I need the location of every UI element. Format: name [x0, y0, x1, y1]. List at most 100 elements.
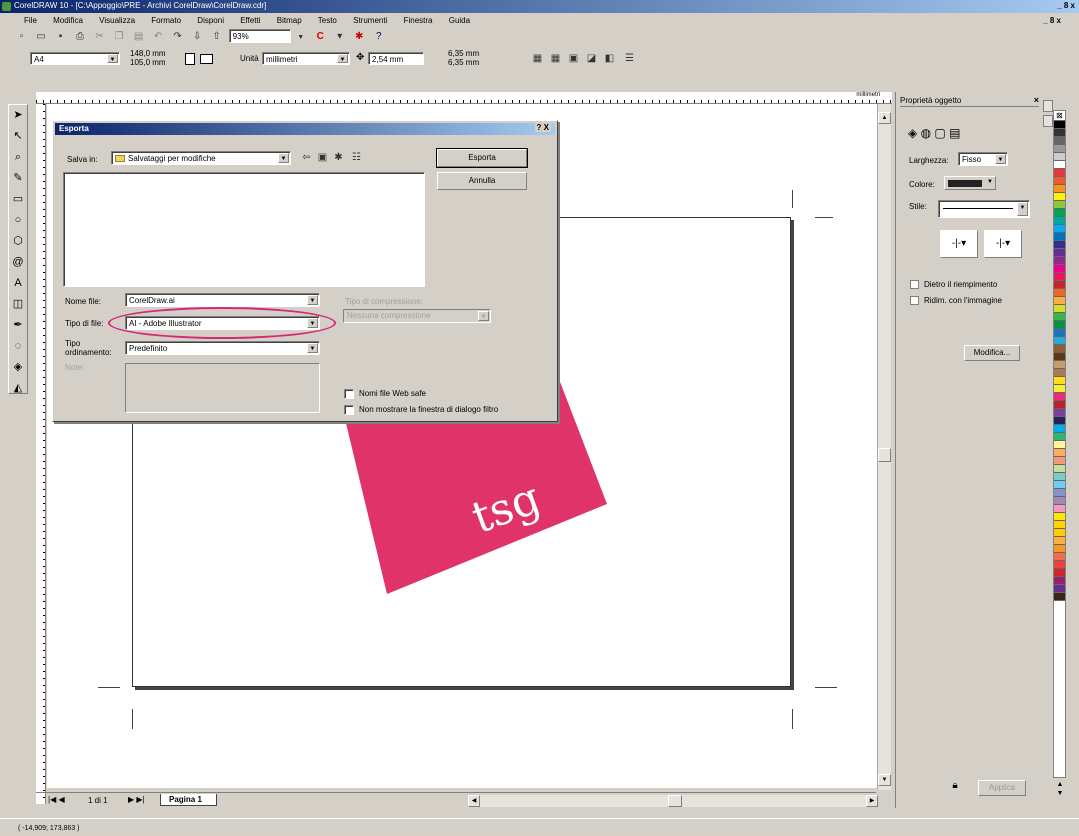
- color-swatch[interactable]: [1054, 177, 1065, 185]
- options-icon[interactable]: ◧: [602, 51, 617, 66]
- doc-window-controls[interactable]: _ 8 x: [1043, 14, 1061, 27]
- no-color-swatch[interactable]: ⊠: [1054, 111, 1065, 121]
- menu-testo[interactable]: Testo: [318, 16, 337, 25]
- color-swatch[interactable]: [1054, 273, 1065, 281]
- units-select[interactable]: millimetri ▼: [262, 52, 350, 65]
- color-swatch[interactable]: [1054, 457, 1065, 465]
- application-launcher-icon[interactable]: ▾: [332, 29, 347, 44]
- docker-tab-icon[interactable]: [1043, 100, 1053, 112]
- spiral-tool-icon[interactable]: @: [9, 252, 27, 273]
- fill-tab-icon[interactable]: ◈: [908, 126, 917, 140]
- color-swatch[interactable]: [1054, 417, 1065, 425]
- corel-online-icon[interactable]: ✱: [352, 29, 367, 44]
- color-swatch[interactable]: [1054, 281, 1065, 289]
- websafe-checkbox[interactable]: [344, 389, 354, 399]
- open-icon[interactable]: ▭: [34, 29, 49, 44]
- start-arrow-select[interactable]: -|-▾: [940, 230, 978, 258]
- color-swatch[interactable]: [1054, 145, 1065, 153]
- apply-button[interactable]: Applica: [978, 780, 1026, 796]
- color-swatch[interactable]: [1054, 337, 1065, 345]
- cancel-button[interactable]: Annulla: [437, 172, 527, 190]
- color-swatch[interactable]: [1054, 225, 1065, 233]
- dialog-help-close[interactable]: ? X: [534, 123, 551, 132]
- zoom-tool-icon[interactable]: ⌕: [9, 147, 27, 168]
- color-swatch[interactable]: [1054, 449, 1065, 457]
- color-swatch[interactable]: [1054, 321, 1065, 329]
- behind-fill-checkbox[interactable]: [910, 280, 919, 289]
- color-swatch[interactable]: [1054, 577, 1065, 585]
- color-swatch[interactable]: [1054, 249, 1065, 257]
- color-swatch[interactable]: [1054, 361, 1065, 369]
- outline-tool-icon[interactable]: ◌: [9, 336, 27, 357]
- export-button[interactable]: Esporta: [437, 149, 527, 167]
- export-icon[interactable]: ⇧: [209, 29, 224, 44]
- color-swatch[interactable]: [1054, 561, 1065, 569]
- color-swatch[interactable]: [1054, 521, 1065, 529]
- color-swatch[interactable]: [1054, 489, 1065, 497]
- color-swatch[interactable]: [1054, 305, 1065, 313]
- menu-modifica[interactable]: Modifica: [53, 16, 83, 25]
- view-menu-icon[interactable]: ☷: [349, 150, 364, 165]
- paper-height-value[interactable]: 105,0 mm: [130, 58, 166, 67]
- duplicate-x-value[interactable]: 6,35 mm: [448, 49, 479, 58]
- horizontal-scrollbar[interactable]: ◀ ▶: [468, 795, 878, 807]
- color-swatch[interactable]: [1054, 345, 1065, 353]
- color-swatch[interactable]: [1054, 193, 1065, 201]
- color-swatch[interactable]: [1054, 537, 1065, 545]
- pick-tool-icon[interactable]: ➤: [9, 105, 27, 126]
- color-swatch[interactable]: [1054, 441, 1065, 449]
- palette-scroll[interactable]: ▲ ▼: [1054, 780, 1066, 800]
- nudge-field[interactable]: 2,54 mm: [368, 52, 424, 65]
- up-folder-icon[interactable]: ▣: [315, 150, 330, 165]
- general-tab-icon[interactable]: ▢: [934, 126, 945, 140]
- docker-close-icon[interactable]: ×: [1034, 95, 1039, 105]
- color-swatch[interactable]: [1054, 401, 1065, 409]
- color-swatch[interactable]: [1054, 385, 1065, 393]
- freehand-tool-icon[interactable]: ✎: [9, 168, 27, 189]
- whats-this-icon[interactable]: ?: [371, 29, 386, 44]
- zoom-dropdown-icon[interactable]: ▼: [293, 30, 308, 45]
- menu-visualizza[interactable]: Visualizza: [99, 16, 135, 25]
- color-swatch[interactable]: [1054, 169, 1065, 177]
- color-swatch[interactable]: [1054, 393, 1065, 401]
- end-arrow-select[interactable]: -|-▾: [984, 230, 1022, 258]
- shape-tool-icon[interactable]: ↖: [9, 126, 27, 147]
- outline-style-select[interactable]: ▼: [938, 200, 1030, 218]
- menu-guida[interactable]: Guida: [449, 16, 470, 25]
- first-page-button[interactable]: |◀ ◀: [48, 795, 65, 804]
- next-page-button[interactable]: ▶ ▶|: [128, 795, 145, 804]
- hscroll-thumb[interactable]: [668, 795, 682, 807]
- new-folder-icon[interactable]: ✱: [331, 150, 346, 165]
- interactive-fill-icon[interactable]: ◭: [9, 378, 27, 399]
- color-palette[interactable]: ⊠: [1053, 110, 1066, 778]
- vertical-scrollbar[interactable]: ▲ ▼: [877, 104, 891, 790]
- menu-file[interactable]: File: [24, 16, 37, 25]
- color-swatch[interactable]: [1054, 553, 1065, 561]
- color-swatch[interactable]: [1054, 529, 1065, 537]
- text-tool-icon[interactable]: A: [9, 273, 27, 294]
- snap-icon[interactable]: ◪: [584, 51, 599, 66]
- menu-strumenti[interactable]: Strumenti: [353, 16, 387, 25]
- polygon-tool-icon[interactable]: ⬡: [9, 231, 27, 252]
- color-swatch[interactable]: [1054, 593, 1065, 601]
- corel-logo-icon[interactable]: C: [313, 29, 328, 44]
- outline-color-picker[interactable]: ▼: [944, 176, 996, 190]
- color-swatch[interactable]: [1054, 209, 1065, 217]
- color-swatch[interactable]: [1054, 257, 1065, 265]
- fill-tool-icon[interactable]: ◈: [9, 357, 27, 378]
- window-controls[interactable]: _ 8 x: [1057, 1, 1075, 10]
- color-swatch[interactable]: [1054, 297, 1065, 305]
- import-icon[interactable]: ⇩: [190, 29, 205, 44]
- settings-icon[interactable]: ☰: [622, 51, 637, 66]
- color-swatch[interactable]: [1054, 353, 1065, 361]
- color-swatch[interactable]: [1054, 377, 1065, 385]
- lock-icon[interactable]: 🔒︎: [940, 780, 970, 794]
- hscroll-left-button[interactable]: ◀: [468, 795, 480, 807]
- color-swatch[interactable]: [1054, 433, 1065, 441]
- color-swatch[interactable]: [1054, 137, 1065, 145]
- color-swatch[interactable]: [1054, 121, 1065, 129]
- color-swatch[interactable]: [1054, 497, 1065, 505]
- color-swatch[interactable]: [1054, 473, 1065, 481]
- cut-icon[interactable]: ✂: [92, 29, 107, 44]
- redo-icon[interactable]: ↷: [170, 29, 185, 44]
